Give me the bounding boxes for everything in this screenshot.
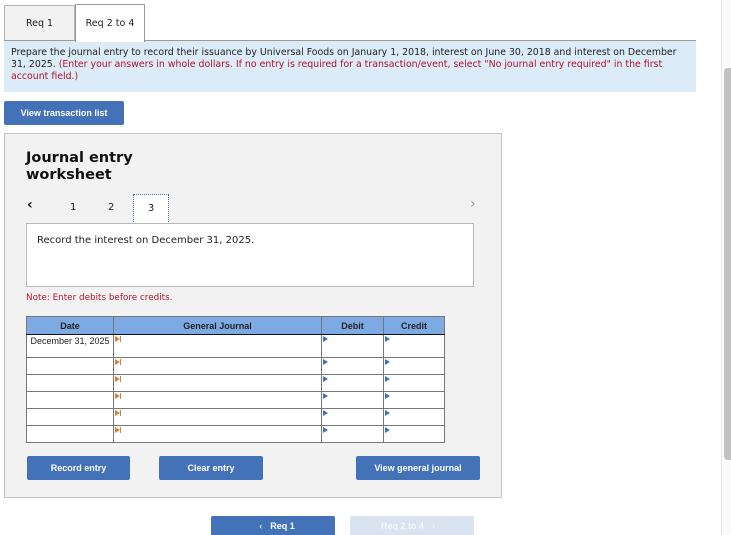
credit-input[interactable] xyxy=(383,357,445,375)
credit-input[interactable] xyxy=(383,334,445,358)
chevron-left-icon: ‹ xyxy=(259,520,263,531)
date-cell: December 31, 2025 xyxy=(26,334,114,358)
chevron-left-icon[interactable]: ‹ xyxy=(27,197,33,213)
journal-entry-table: Date General Journal Debit Credit Decemb… xyxy=(26,316,445,443)
dropdown-marker-icon xyxy=(115,410,121,416)
instructions-note: (Enter your answers in whole dollars. If… xyxy=(11,59,663,82)
account-select[interactable] xyxy=(113,334,322,358)
debit-input[interactable] xyxy=(321,357,384,375)
table-row xyxy=(26,408,445,426)
date-cell xyxy=(26,391,114,409)
input-marker-icon xyxy=(323,376,328,382)
account-select[interactable] xyxy=(113,374,322,392)
account-select[interactable] xyxy=(113,357,322,375)
input-marker-icon xyxy=(385,427,390,433)
credit-input[interactable] xyxy=(383,425,445,443)
input-marker-icon xyxy=(385,393,390,399)
credit-input[interactable] xyxy=(383,408,445,426)
debit-input[interactable] xyxy=(321,334,384,358)
instructions-box: Prepare the journal entry to record thei… xyxy=(4,41,696,92)
date-cell xyxy=(26,374,114,392)
prev-req-label: Req 1 xyxy=(270,520,295,531)
dropdown-marker-icon xyxy=(115,336,121,342)
credit-input[interactable] xyxy=(383,391,445,409)
worksheet-title: Journal entry worksheet xyxy=(26,150,133,184)
debit-input[interactable] xyxy=(321,391,384,409)
header-general-journal: General Journal xyxy=(113,316,322,335)
input-marker-icon xyxy=(385,359,390,365)
input-marker-icon xyxy=(323,427,328,433)
chevron-right-icon: › xyxy=(432,520,435,531)
worksheet-title-line2: worksheet xyxy=(26,167,112,183)
tab-req-2-to-4[interactable]: Req 2 to 4 xyxy=(75,4,145,42)
table-row xyxy=(26,357,445,375)
header-date: Date xyxy=(26,316,114,335)
next-req-label: Req 2 to 4 xyxy=(380,520,424,531)
debit-input[interactable] xyxy=(321,425,384,443)
chevron-right-icon[interactable]: › xyxy=(470,196,476,212)
transaction-description: Record the interest on December 31, 2025… xyxy=(26,223,474,287)
table-row: December 31, 2025 xyxy=(26,334,445,358)
dropdown-marker-icon xyxy=(115,359,121,365)
input-marker-icon xyxy=(385,410,390,416)
input-marker-icon xyxy=(323,336,328,342)
date-cell xyxy=(26,357,114,375)
table-header-row: Date General Journal Debit Credit xyxy=(26,316,445,335)
dropdown-marker-icon xyxy=(115,376,121,382)
scrollbar-thumb[interactable] xyxy=(724,68,731,460)
date-cell xyxy=(26,425,114,443)
debit-credit-note: Note: Enter debits before credits. xyxy=(26,293,173,303)
account-select[interactable] xyxy=(113,391,322,409)
requirement-tabs: Req 1 Req 2 to 4 xyxy=(4,4,145,42)
worksheet-title-line1: Journal entry xyxy=(26,150,133,166)
worksheet-page-3-current[interactable]: 3 xyxy=(133,194,169,224)
credit-input[interactable] xyxy=(383,374,445,392)
worksheet-page-2[interactable]: 2 xyxy=(108,202,114,213)
header-credit: Credit xyxy=(383,316,445,335)
input-marker-icon xyxy=(323,359,328,365)
debit-input[interactable] xyxy=(321,408,384,426)
account-select[interactable] xyxy=(113,425,322,443)
dropdown-marker-icon xyxy=(115,393,121,399)
worksheet-page-1[interactable]: 1 xyxy=(70,202,76,213)
view-transaction-list-button[interactable]: View transaction list xyxy=(4,101,124,125)
view-general-journal-button[interactable]: View general journal xyxy=(356,456,480,480)
input-marker-icon xyxy=(385,376,390,382)
record-entry-button[interactable]: Record entry xyxy=(27,456,130,480)
input-marker-icon xyxy=(385,336,390,342)
tab-req-1[interactable]: Req 1 xyxy=(4,5,75,41)
dropdown-marker-icon xyxy=(115,427,121,433)
table-row xyxy=(26,391,445,409)
account-select[interactable] xyxy=(113,408,322,426)
input-marker-icon xyxy=(323,393,328,399)
date-cell xyxy=(26,408,114,426)
journal-entry-worksheet-panel: Journal entry worksheet ‹ 1 2 3 › Record… xyxy=(4,133,502,498)
input-marker-icon xyxy=(323,410,328,416)
prev-req-1-button[interactable]: ‹ Req 1 xyxy=(211,516,335,535)
debit-input[interactable] xyxy=(321,374,384,392)
next-req-2-to-4-button: Req 2 to 4 › xyxy=(350,516,474,535)
table-row xyxy=(26,425,445,443)
clear-entry-button[interactable]: Clear entry xyxy=(159,456,263,480)
table-row xyxy=(26,374,445,392)
header-debit: Debit xyxy=(321,316,384,335)
